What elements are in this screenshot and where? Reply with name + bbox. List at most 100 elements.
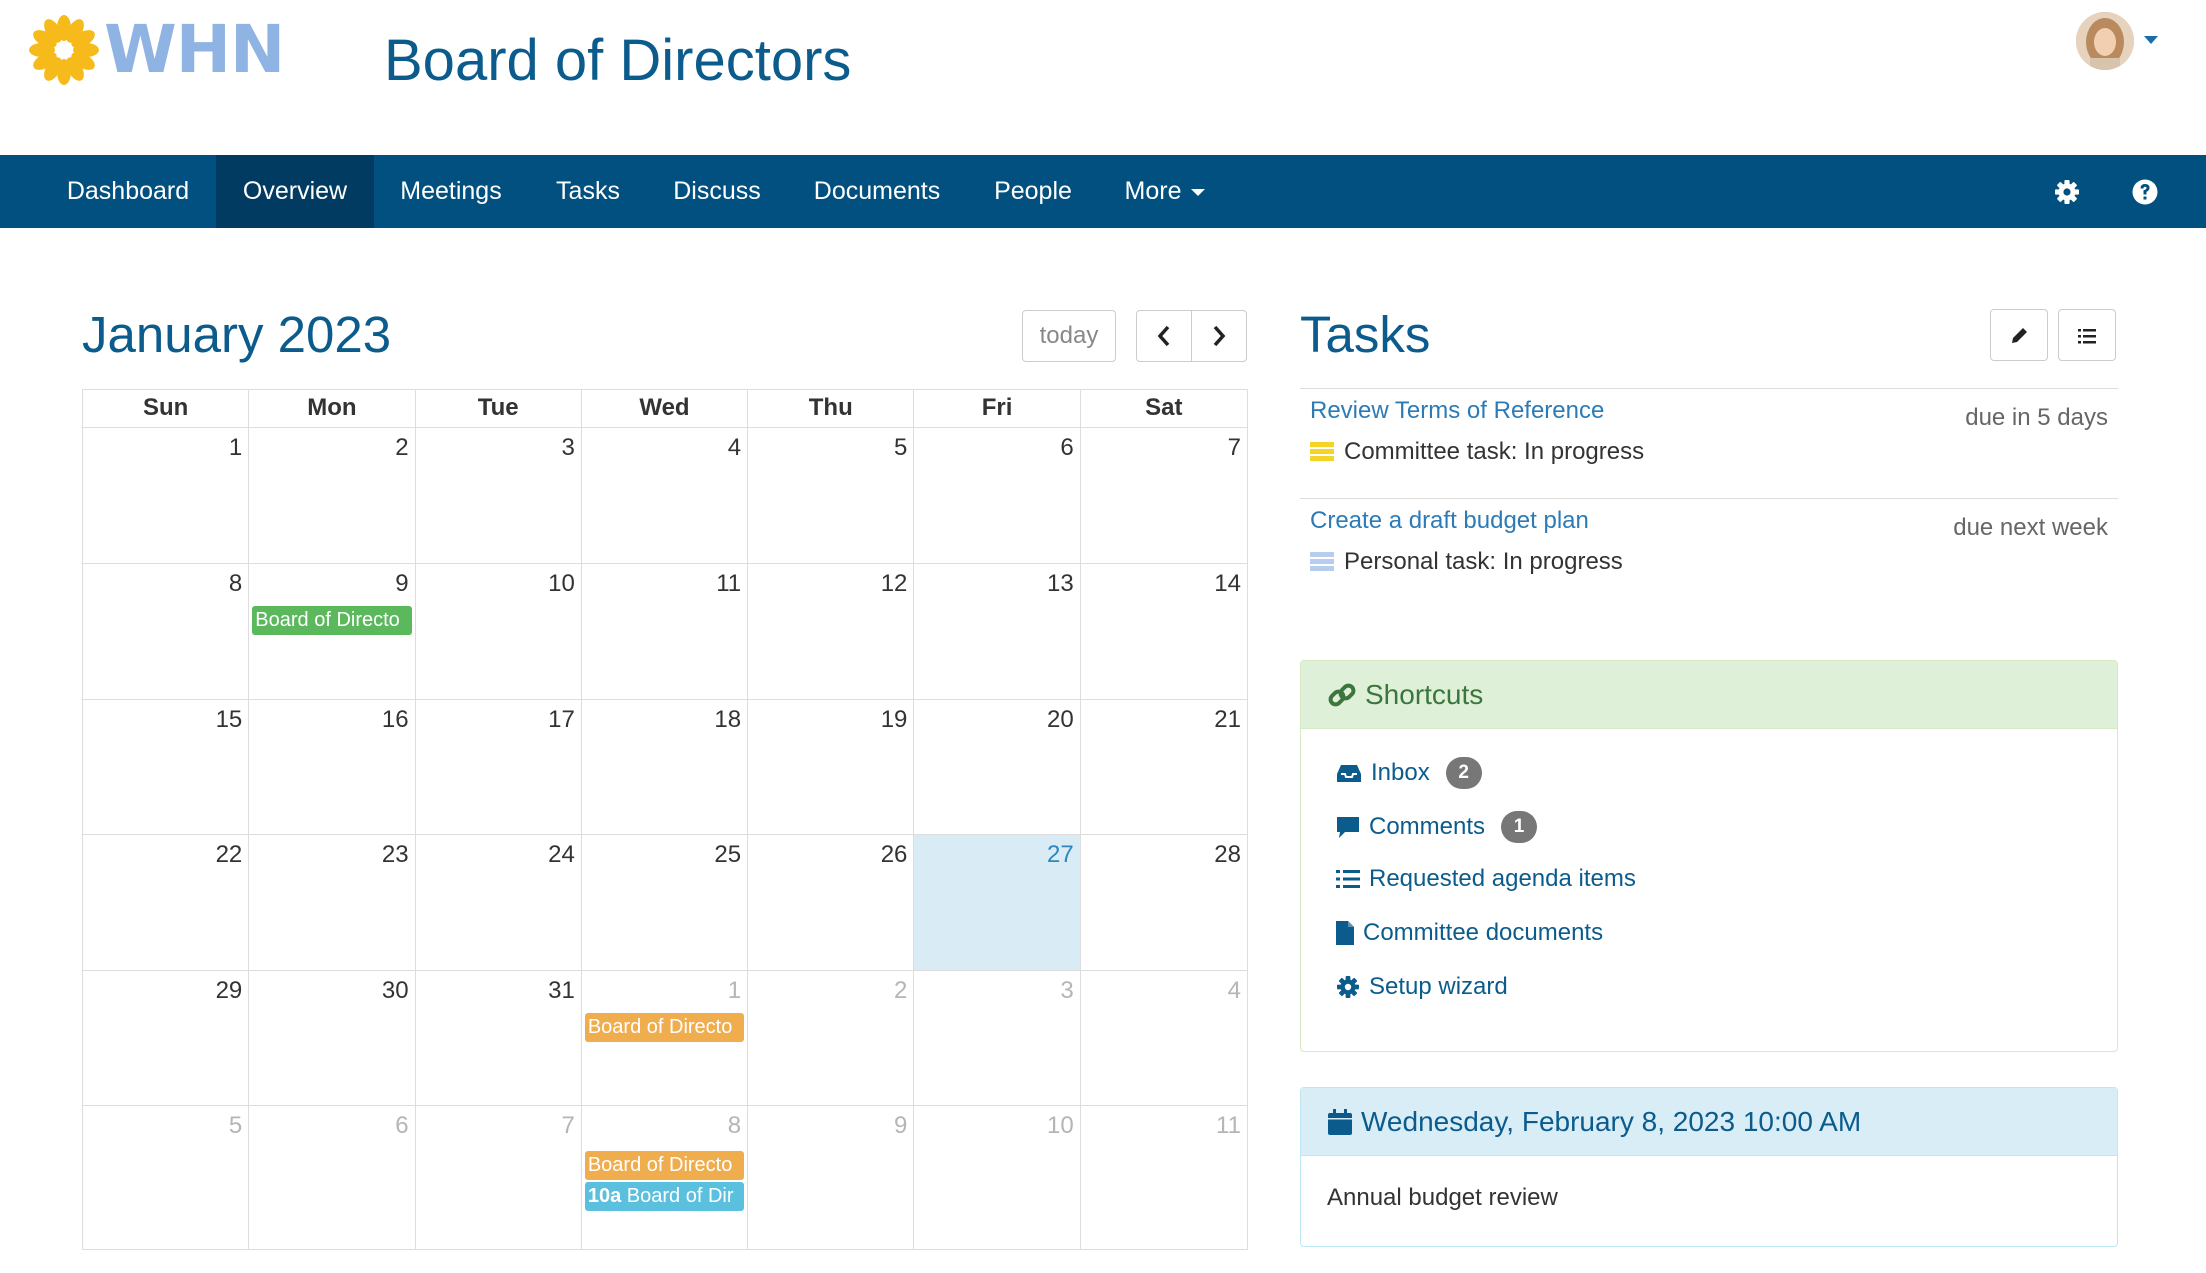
calendar-day-cell[interactable]: 11 [1081, 1106, 1247, 1249]
weekday-mon: Mon [249, 390, 416, 427]
shortcut-setup-wizard[interactable]: Setup wizard [1335, 973, 1508, 1001]
calendar-day-cell[interactable]: 2 [249, 428, 416, 563]
calendar-day-cell[interactable]: 3 [416, 428, 582, 563]
day-number: 22 [215, 841, 243, 868]
event-label: Board of Directo [587, 1016, 733, 1038]
shortcut-comments[interactable]: Comments 1 [1335, 811, 1538, 843]
edit-tasks-button[interactable] [1990, 309, 2048, 361]
calendar-day-cell[interactable]: 11 [582, 564, 749, 699]
calendar-day-cell[interactable]: 17 [416, 700, 582, 834]
calendar-day-cell[interactable]: 21 [1081, 700, 1247, 834]
calendar-day-cell[interactable]: 2 [748, 971, 915, 1105]
list-icon [1336, 870, 1360, 888]
calendar-day-cell[interactable]: 5 [83, 1106, 250, 1249]
day-number: 9 [395, 570, 409, 597]
today-button[interactable]: today [1022, 310, 1116, 362]
calendar-day-cell[interactable]: 4 [1081, 971, 1247, 1105]
day-number: 13 [1046, 570, 1074, 597]
nav-documents[interactable]: Documents [788, 155, 966, 228]
calendar-day-cell[interactable]: 25 [582, 835, 749, 970]
event-label: Board of Dir [626, 1185, 734, 1207]
prev-month-button[interactable] [1136, 310, 1192, 362]
user-menu-caret-icon[interactable] [2144, 36, 2158, 44]
task-due: due next week [1953, 514, 2108, 541]
day-number: 11 [1216, 1112, 1241, 1139]
calendar-event[interactable]: Board of Directo [584, 1013, 745, 1042]
shortcut-requested-agenda-items[interactable]: Requested agenda items [1335, 865, 1636, 893]
calendar-day-cell[interactable]: 1 Board of Directo [582, 971, 749, 1105]
calendar-day-cell[interactable]: 12 [748, 564, 915, 699]
task-status: Personal task: In progress [1310, 548, 1623, 576]
calendar-day-cell[interactable]: 10 [914, 1106, 1081, 1249]
nav-meetings[interactable]: Meetings [376, 155, 526, 228]
calendar-day-cell[interactable]: 7 [1081, 428, 1247, 563]
task-link[interactable]: Review Terms of Reference [1310, 397, 1604, 425]
next-meeting-panel[interactable]: Wednesday, February 8, 2023 10:00 AM Ann… [1300, 1087, 2118, 1247]
calendar-event[interactable]: Board of Directo [584, 1151, 745, 1180]
logo-text: WHN [104, 11, 285, 88]
day-number: 6 [395, 1112, 409, 1139]
calendar-day-cell[interactable]: 14 [1081, 564, 1247, 699]
calendar-day-cell[interactable]: 8 Board of Directo 10a Board of Dir [582, 1106, 749, 1249]
nav-overview[interactable]: Overview [216, 155, 374, 228]
day-number: 5 [228, 1112, 243, 1139]
calendar-day-cell[interactable]: 1 [83, 428, 250, 563]
chevron-left-icon [1157, 325, 1170, 347]
question-circle-icon[interactable] [2130, 177, 2160, 207]
committee-task-icon [1310, 442, 1334, 462]
calendar-day-cell[interactable]: 8 [83, 564, 250, 699]
comments-count-badge: 1 [1501, 811, 1538, 843]
calendar-day-cell[interactable]: 27 [914, 835, 1081, 970]
gear-icon[interactable] [2052, 177, 2082, 207]
calendar-day-cell[interactable]: 15 [83, 700, 250, 834]
calendar-day-cell[interactable]: 18 [582, 700, 749, 834]
shortcut-inbox[interactable]: Inbox 2 [1335, 757, 1482, 789]
day-number: 31 [548, 977, 575, 1004]
calendar-day-cell[interactable]: 20 [914, 700, 1081, 834]
calendar-day-cell[interactable]: 3 [914, 971, 1081, 1105]
calendar-day-cell[interactable]: 31 [416, 971, 582, 1105]
day-number: 2 [395, 434, 409, 461]
task-link[interactable]: Create a draft budget plan [1310, 507, 1589, 535]
calendar-day-cell[interactable]: 16 [249, 700, 416, 834]
shortcut-committee-documents[interactable]: Committee documents [1335, 919, 1603, 947]
calendar-day-cell[interactable]: 6 [914, 428, 1081, 563]
calendar-day-cell[interactable]: 28 [1081, 835, 1247, 970]
event-time: 10a [587, 1185, 622, 1207]
task-list-button[interactable] [2058, 309, 2116, 361]
next-month-button[interactable] [1191, 310, 1247, 362]
calendar-day-cell[interactable]: 19 [748, 700, 915, 834]
calendar-day-cell[interactable]: 26 [748, 835, 915, 970]
shortcut-label: Committee documents [1363, 919, 1604, 946]
calendar-day-cell[interactable]: 13 [914, 564, 1081, 699]
logo[interactable]: WHN [28, 11, 285, 88]
calendar-week-row: 15 16 17 18 19 20 21 [83, 700, 1247, 835]
calendar-day-cell[interactable]: 10 [416, 564, 582, 699]
calendar-event[interactable]: Board of Directo [252, 606, 412, 635]
calendar-day-cell[interactable]: 22 [83, 835, 250, 970]
day-number: 25 [714, 841, 742, 868]
day-number: 23 [381, 841, 409, 868]
calendar-day-cell[interactable]: 6 [249, 1106, 416, 1249]
calendar-day-cell[interactable]: 23 [249, 835, 416, 970]
calendar-day-cell[interactable]: 7 [416, 1106, 582, 1249]
personal-task-icon [1310, 552, 1334, 572]
inbox-count-badge: 2 [1445, 757, 1482, 789]
calendar-day-cell[interactable]: 9 Board of Directo [249, 564, 416, 699]
day-number: 10 [1046, 1112, 1074, 1139]
calendar-event[interactable]: 10a Board of Dir [584, 1182, 745, 1211]
calendar-day-cell[interactable]: 5 [748, 428, 915, 563]
calendar-day-cell[interactable]: 29 [83, 971, 250, 1105]
calendar-day-cell[interactable]: 30 [249, 971, 416, 1105]
nav-people[interactable]: People [970, 155, 1096, 228]
calendar-day-cell[interactable]: 4 [582, 428, 749, 563]
shortcut-label: Comments [1369, 813, 1486, 840]
nav-tasks[interactable]: Tasks [530, 155, 646, 228]
calendar-day-cell[interactable]: 24 [416, 835, 582, 970]
nav-more[interactable]: More [1104, 155, 1226, 228]
day-number: 7 [1227, 434, 1241, 461]
calendar-day-cell[interactable]: 9 [748, 1106, 915, 1249]
nav-discuss[interactable]: Discuss [650, 155, 784, 228]
nav-dashboard[interactable]: Dashboard [42, 155, 214, 228]
user-avatar[interactable] [2076, 12, 2134, 70]
